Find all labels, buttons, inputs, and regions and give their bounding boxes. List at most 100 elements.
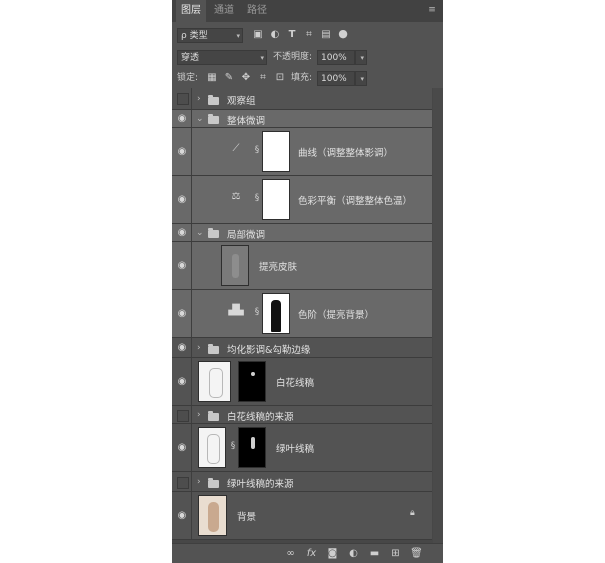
- layer-row[interactable]: › 观察组: [172, 88, 432, 110]
- chevron-right-icon[interactable]: ›: [197, 409, 201, 421]
- layer-row[interactable]: ◉ ⟋ § 曲线（调整整体影调）: [172, 128, 432, 176]
- adjustment-filter-icon[interactable]: ◐: [269, 29, 281, 41]
- blend-mode-dropdown[interactable]: 穿透 ▾: [177, 50, 267, 65]
- add-mask-icon[interactable]: ◙: [326, 548, 339, 560]
- eye-icon[interactable]: ◉: [175, 441, 189, 455]
- shape-filter-icon[interactable]: ⌗: [303, 29, 315, 41]
- layer-row[interactable]: ◉ 提亮皮肤: [172, 242, 432, 290]
- new-group-icon[interactable]: ▬: [368, 548, 381, 560]
- fill-input[interactable]: 100%: [317, 71, 355, 86]
- eye-icon[interactable]: ◉: [175, 193, 189, 207]
- filter-kind-dropdown[interactable]: ρ 类型 ▾: [177, 28, 243, 43]
- chevron-right-icon[interactable]: ›: [197, 93, 201, 105]
- layer-mask-thumbnail[interactable]: [262, 131, 290, 172]
- eye-icon[interactable]: ◉: [175, 259, 189, 273]
- layer-row[interactable]: ◉ ⌄ 局部微调: [172, 224, 432, 242]
- curves-icon: ⟋: [232, 143, 240, 154]
- chevron-down-icon[interactable]: ⌄: [196, 113, 204, 125]
- tab-layers[interactable]: 图层: [176, 0, 206, 22]
- divider: [191, 338, 192, 357]
- link-icon[interactable]: §: [230, 441, 236, 452]
- link-icon[interactable]: §: [254, 193, 260, 204]
- layer-row[interactable]: › 白花线稿的来源: [172, 406, 432, 424]
- folder-icon: [208, 228, 219, 238]
- lock-all-icon[interactable]: ⊡: [274, 72, 286, 84]
- visibility-toggle-off[interactable]: [177, 93, 189, 105]
- divider: [191, 290, 192, 337]
- eye-icon[interactable]: ◉: [175, 341, 189, 355]
- chevron-down-icon[interactable]: ⌄: [196, 227, 204, 239]
- divider: [191, 358, 192, 405]
- layer-row[interactable]: › 绿叶线稿的来源: [172, 472, 432, 492]
- layer-name: 色阶（提亮背景）: [298, 310, 375, 321]
- adjustment-layer-icon[interactable]: ◐: [347, 548, 360, 560]
- visibility-toggle-off[interactable]: [177, 477, 189, 489]
- layer-mask-thumbnail[interactable]: [262, 293, 290, 334]
- lock-transparent-icon[interactable]: ▦: [206, 72, 218, 84]
- fx-icon[interactable]: fx: [305, 548, 318, 560]
- filter-toggle-icon[interactable]: ●: [337, 28, 349, 40]
- fill-dropdown[interactable]: ▾: [355, 71, 367, 86]
- folder-icon: [208, 478, 219, 488]
- visibility-toggle-off[interactable]: [177, 410, 189, 422]
- layer-mask-thumbnail[interactable]: [262, 179, 290, 220]
- chevron-right-icon[interactable]: ›: [197, 342, 201, 354]
- layer-name: 白花线稿: [276, 378, 315, 389]
- layer-list-scrollbar[interactable]: [433, 88, 443, 543]
- chevron-right-icon[interactable]: ›: [197, 476, 201, 488]
- eye-icon[interactable]: ◉: [175, 112, 189, 126]
- layer-name: 均化影调&勾勒边缘: [227, 345, 311, 356]
- lock-position-icon[interactable]: ✥: [240, 72, 252, 84]
- link-icon[interactable]: §: [254, 145, 260, 156]
- layer-name: 提亮皮肤: [259, 262, 298, 273]
- layer-name: 整体微调: [227, 116, 266, 127]
- layer-row[interactable]: ◉ § 绿叶线稿: [172, 424, 432, 472]
- eye-icon[interactable]: ◉: [175, 226, 189, 240]
- layer-row[interactable]: ◉ ⚖ § 色彩平衡（调整整体色温）: [172, 176, 432, 224]
- layer-row[interactable]: ◉ ▟▙ § 色阶（提亮背景）: [172, 290, 432, 338]
- new-layer-icon[interactable]: ⊞: [389, 548, 402, 560]
- divider: [191, 88, 192, 109]
- layer-mask-thumbnail[interactable]: [238, 427, 266, 468]
- eye-icon[interactable]: ◉: [175, 509, 189, 523]
- lock-toolbar: 锁定: ▦ ✎ ✥ ⌗ ⊡ 填充: 100% ▾: [172, 68, 443, 90]
- mask-detail: [251, 372, 255, 376]
- opacity-input[interactable]: 100%: [317, 50, 355, 65]
- layer-row[interactable]: ◉ 背景 🔒︎: [172, 492, 432, 540]
- eye-icon[interactable]: ◉: [175, 307, 189, 321]
- link-icon[interactable]: §: [254, 307, 260, 318]
- layer-thumbnail[interactable]: [221, 245, 249, 286]
- pixel-filter-icon[interactable]: ▣: [252, 29, 264, 41]
- filter-toolbar: ρ 类型 ▾ ▣ ◐ T ⌗ ▤ ●: [172, 25, 443, 47]
- eye-icon[interactable]: ◉: [175, 375, 189, 389]
- layer-thumbnail[interactable]: [198, 361, 231, 402]
- tab-channels[interactable]: 通道: [209, 0, 239, 22]
- layer-row[interactable]: ◉ 白花线稿: [172, 358, 432, 406]
- opacity-dropdown[interactable]: ▾: [355, 50, 367, 65]
- panel-tab-bar: 图层 通道 路径 ≡: [172, 0, 443, 22]
- layer-row[interactable]: ◉ › 均化影调&勾勒边缘: [172, 338, 432, 358]
- layer-thumbnail[interactable]: [198, 427, 226, 468]
- blend-mode-value: 穿透: [181, 53, 200, 63]
- mask-detail: [251, 437, 255, 449]
- layer-thumbnail[interactable]: [198, 495, 227, 536]
- layer-name: 背景: [237, 512, 257, 523]
- type-filter-icon[interactable]: T: [286, 29, 298, 41]
- layer-name: 绿叶线稿的来源: [227, 479, 294, 490]
- layer-row[interactable]: ◉ ⌄ 整体微调: [172, 110, 432, 128]
- line-art-sketch: [207, 434, 220, 464]
- link-layers-icon[interactable]: ∞: [284, 548, 297, 560]
- chevron-down-icon: ▾: [360, 54, 364, 62]
- layer-mask-thumbnail[interactable]: [238, 361, 266, 402]
- panel-menu-icon[interactable]: ≡: [427, 5, 437, 16]
- smart-object-filter-icon[interactable]: ▤: [320, 29, 332, 41]
- lock-pixels-icon[interactable]: ✎: [223, 72, 235, 84]
- tab-paths[interactable]: 路径: [242, 0, 272, 22]
- layer-name: 观察组: [227, 96, 256, 107]
- eye-icon[interactable]: ◉: [175, 145, 189, 159]
- folder-icon: [208, 344, 219, 354]
- layer-name: 曲线（调整整体影调）: [298, 148, 394, 159]
- mask-silhouette: [271, 300, 281, 332]
- trash-icon[interactable]: 🗑︎: [410, 548, 423, 560]
- lock-artboard-icon[interactable]: ⌗: [257, 72, 269, 84]
